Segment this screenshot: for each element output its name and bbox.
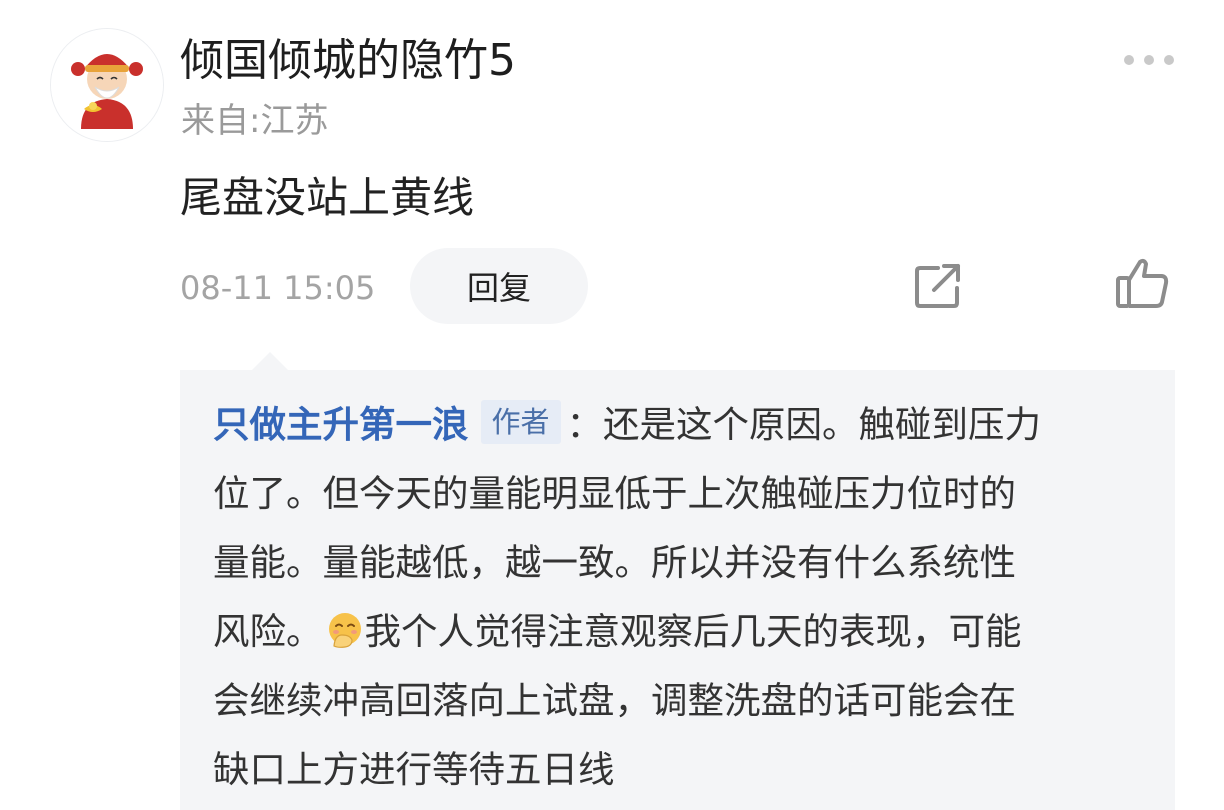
more-dots-icon[interactable]	[1122, 50, 1176, 70]
comment-page: 倾国倾城的隐竹5 来自:江苏 尾盘没站上黄线 08-11 15:05 回复 只做…	[0, 0, 1224, 810]
reply-line: 位了。但今天的量能明显低于上次触碰压力位时的	[213, 472, 1016, 515]
reply-line: 缺口上方进行等待五日线	[213, 748, 615, 791]
share-icon[interactable]	[912, 262, 966, 312]
reply-line: 风险。 我个人觉得注意观察后几天的表现，可能	[213, 597, 1148, 666]
reply-line: 会继续冲高回落向上试盘，调整洗盘的话可能会在	[213, 679, 1016, 722]
location-label: 来自:江苏	[181, 101, 329, 141]
thumbs-up-icon[interactable]	[1114, 256, 1170, 310]
reply-line: 只做主升第一浪 作者 ：还是这个原因。触碰到压力	[213, 390, 1148, 459]
reply-author[interactable]: 只做主升第一浪	[213, 403, 469, 446]
comment-text: 尾盘没站上黄线	[180, 173, 475, 222]
reply-text: 风险。	[213, 610, 323, 653]
god-of-wealth-avatar-icon	[51, 29, 163, 141]
smiling-face-with-hand-over-mouth-icon	[325, 603, 365, 648]
reply-text: ：还是这个原因。触碰到压力	[566, 403, 1042, 446]
username[interactable]: 倾国倾城的隐竹5	[180, 30, 516, 92]
timestamp: 08-11 15:05	[180, 269, 376, 307]
avatar[interactable]	[50, 28, 164, 142]
author-badge: 作者	[480, 400, 561, 444]
reply-box-pointer	[252, 352, 288, 370]
reply-text: 我个人觉得注意观察后几天的表现，可能	[364, 610, 1022, 653]
reply-button[interactable]: 回复	[410, 248, 588, 324]
reply-content: 只做主升第一浪 作者 ：还是这个原因。触碰到压力 位了。但今天的量能明显低于上次触碰…	[213, 390, 1148, 804]
reply-line: 量能。量能越低，越一致。所以并没有什么系统性	[213, 541, 1016, 584]
